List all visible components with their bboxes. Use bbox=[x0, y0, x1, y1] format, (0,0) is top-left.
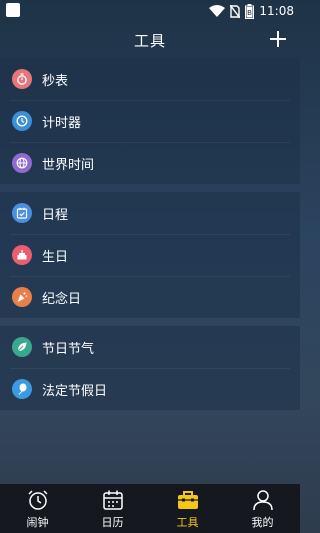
status-bar: B 11:08 bbox=[0, 0, 300, 22]
person-icon bbox=[252, 490, 273, 511]
no-sim-icon bbox=[230, 4, 241, 18]
wifi-icon bbox=[209, 5, 226, 17]
tool-item-label: 秒表 bbox=[42, 73, 69, 89]
battery-icon: B bbox=[245, 3, 255, 19]
tool-item-label: 世界时间 bbox=[42, 157, 95, 173]
globe-icon bbox=[12, 153, 32, 173]
tool-item-anniversary[interactable]: 纪念日 bbox=[0, 276, 300, 318]
tab-alarm[interactable]: 闹钟 bbox=[0, 484, 75, 533]
toolbox-icon bbox=[177, 491, 198, 509]
stopwatch-icon bbox=[12, 69, 32, 89]
tab-label: 闹钟 bbox=[26, 516, 49, 529]
tool-item-label: 节日节气 bbox=[42, 341, 95, 357]
calendar-icon bbox=[102, 490, 123, 510]
tab-label: 我的 bbox=[251, 516, 274, 529]
tool-item-birthday[interactable]: 生日 bbox=[0, 234, 300, 276]
party-icon bbox=[12, 287, 32, 307]
tools-group-holidays: 节日节气 法定节假日 bbox=[0, 326, 300, 410]
balloon-icon bbox=[12, 379, 32, 399]
status-icons: B 11:08 bbox=[209, 2, 294, 20]
tool-item-world-time[interactable]: 世界时间 bbox=[0, 142, 300, 184]
tab-label: 日历 bbox=[101, 516, 124, 529]
cake-icon bbox=[12, 245, 32, 265]
page-title: 工具 bbox=[133, 32, 166, 50]
status-time: 11:08 bbox=[259, 4, 294, 18]
tool-item-schedule[interactable]: 日程 bbox=[0, 192, 300, 234]
svg-text:B: B bbox=[248, 9, 253, 17]
app-header: 工具 bbox=[0, 22, 300, 58]
schedule-icon bbox=[12, 203, 32, 223]
tab-calendar[interactable]: 日历 bbox=[75, 484, 150, 533]
tab-tools[interactable]: 工具 bbox=[150, 484, 225, 533]
tool-item-label: 纪念日 bbox=[42, 291, 82, 307]
tool-item-stopwatch[interactable]: 秒表 bbox=[0, 58, 300, 100]
tool-item-festivals[interactable]: 节日节气 bbox=[0, 326, 300, 368]
tab-label: 工具 bbox=[176, 516, 199, 529]
leaf-icon bbox=[12, 337, 32, 357]
clock-icon bbox=[12, 111, 32, 131]
tool-item-label: 法定节假日 bbox=[42, 383, 108, 399]
tab-profile[interactable]: 我的 bbox=[225, 484, 300, 533]
tool-item-public-holidays[interactable]: 法定节假日 bbox=[0, 368, 300, 410]
tool-item-label: 计时器 bbox=[42, 115, 82, 131]
tool-item-label: 生日 bbox=[42, 249, 69, 265]
tools-group-events: 日程 生日 纪念日 bbox=[0, 192, 300, 318]
notification-icon bbox=[6, 3, 20, 17]
alarm-clock-icon bbox=[27, 490, 48, 510]
bottom-tab-bar: 闹钟 日历 工具 我的 bbox=[0, 484, 300, 533]
plus-icon[interactable] bbox=[266, 27, 290, 51]
tool-item-label: 日程 bbox=[42, 207, 69, 223]
tools-group-time: 秒表 计时器 世界时间 bbox=[0, 58, 300, 184]
tool-item-timer[interactable]: 计时器 bbox=[0, 100, 300, 142]
